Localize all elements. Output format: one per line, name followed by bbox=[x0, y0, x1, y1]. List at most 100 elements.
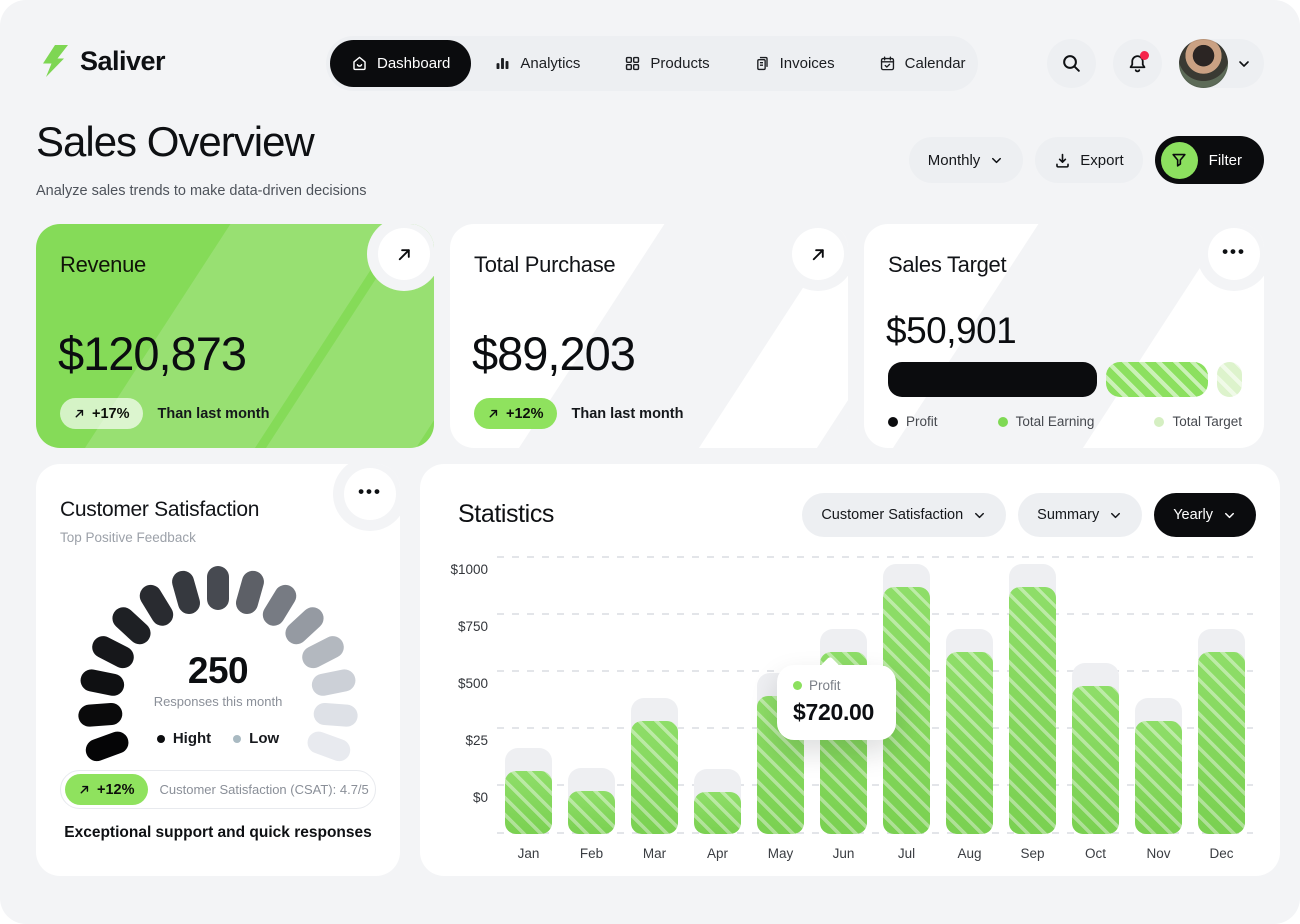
nav-item-label: Products bbox=[650, 55, 709, 72]
target-legend: Profit Total Earning Total Target bbox=[888, 414, 1242, 429]
satisfaction-more-button[interactable]: ••• bbox=[344, 468, 396, 520]
primary-nav: Dashboard Analytics Products Invoices Calend… bbox=[326, 36, 978, 91]
chevron-down-icon bbox=[1108, 508, 1123, 523]
open-purchase-button[interactable] bbox=[792, 228, 844, 280]
delta-badge: +12% bbox=[474, 398, 557, 429]
gauge-legend-hight: Hight bbox=[157, 730, 211, 747]
filter-select-yearly[interactable]: Yearly bbox=[1154, 493, 1256, 537]
filter-label: Filter bbox=[1209, 152, 1242, 169]
x-axis-label: Mar bbox=[623, 846, 686, 861]
trend-up-icon bbox=[73, 407, 86, 420]
nav-item-calendar[interactable]: Calendar bbox=[858, 40, 987, 87]
ellipsis-icon: ••• bbox=[1222, 243, 1246, 266]
statistics-card: Statistics Customer Satisfaction Summary Y… bbox=[420, 464, 1280, 876]
customer-satisfaction-card: Customer Satisfaction Top Positive Feedb… bbox=[36, 464, 400, 876]
card-title: Revenue bbox=[60, 252, 146, 278]
chart-tooltip: Profit $720.00 bbox=[777, 665, 896, 740]
notifications-button[interactable] bbox=[1113, 39, 1162, 88]
trend-up-icon bbox=[487, 407, 500, 420]
nav-item-label: Calendar bbox=[905, 55, 966, 72]
profile-menu[interactable] bbox=[1179, 39, 1264, 88]
target-segment-total-target bbox=[1217, 362, 1242, 397]
csat-text: Customer Satisfaction (CSAT): 4.7/5 bbox=[160, 782, 369, 797]
nav-item-analytics[interactable]: Analytics bbox=[473, 40, 601, 87]
nav-item-invoices[interactable]: Invoices bbox=[733, 40, 856, 87]
bar-jan[interactable] bbox=[505, 771, 552, 834]
page-subtitle: Analyze sales trends to make data-driven… bbox=[36, 183, 366, 199]
gauge-value: 250 bbox=[36, 650, 400, 692]
filter-select-customer-satisfaction[interactable]: Customer Satisfaction bbox=[802, 493, 1006, 537]
x-axis-label: May bbox=[749, 846, 812, 861]
x-axis-label: Apr bbox=[686, 846, 749, 861]
legend-item: Total Earning bbox=[998, 414, 1095, 429]
dashboard-app: Saliver Dashboard Analytics Products Invoic… bbox=[0, 0, 1300, 924]
bar-feb[interactable] bbox=[568, 791, 615, 834]
bar-aug[interactable] bbox=[946, 652, 993, 834]
statistics-filters: Customer Satisfaction Summary Yearly bbox=[802, 493, 1256, 537]
open-revenue-button[interactable] bbox=[378, 228, 430, 280]
card-title: Total Purchase bbox=[474, 252, 615, 278]
y-axis-label: $750 bbox=[432, 619, 488, 634]
target-value: $50,901 bbox=[886, 310, 1016, 352]
search-button[interactable] bbox=[1047, 39, 1096, 88]
target-more-button[interactable]: ••• bbox=[1208, 228, 1260, 280]
brand-logo: Saliver bbox=[36, 44, 165, 78]
card-title: Customer Satisfaction bbox=[60, 498, 259, 522]
satisfaction-footer: Exceptional support and quick responses bbox=[36, 824, 400, 842]
page-title: Sales Overview bbox=[36, 118, 314, 166]
arrow-up-right-icon bbox=[395, 245, 414, 264]
filter-select-summary[interactable]: Summary bbox=[1018, 493, 1142, 537]
funnel-icon bbox=[1161, 142, 1198, 179]
bar-nov[interactable] bbox=[1135, 721, 1182, 834]
bar-dec[interactable] bbox=[1198, 652, 1245, 834]
card-subtitle: Top Positive Feedback bbox=[60, 530, 196, 545]
tooltip-value: $720.00 bbox=[793, 699, 880, 726]
gauge-caption: Responses this month bbox=[36, 694, 400, 709]
statistics-title: Statistics bbox=[458, 500, 554, 529]
search-icon bbox=[1061, 53, 1082, 74]
delta-badge: +12% bbox=[65, 774, 148, 805]
x-axis-label: Sep bbox=[1001, 846, 1064, 861]
nav-item-label: Invoices bbox=[780, 55, 835, 72]
revenue-value: $120,873 bbox=[58, 326, 246, 381]
download-icon bbox=[1054, 152, 1071, 169]
x-axis-label: Nov bbox=[1127, 846, 1190, 861]
delta-badge: +17% bbox=[60, 398, 143, 429]
brand-name: Saliver bbox=[80, 46, 165, 77]
export-button[interactable]: Export bbox=[1035, 137, 1142, 183]
home-icon bbox=[351, 55, 368, 72]
bar-apr[interactable] bbox=[694, 792, 741, 834]
x-axis-label: Jun bbox=[812, 846, 875, 861]
x-axis-label: Dec bbox=[1190, 846, 1253, 861]
series-dot bbox=[793, 681, 802, 690]
filter-button[interactable]: Filter bbox=[1155, 136, 1264, 184]
bar-mar[interactable] bbox=[631, 721, 678, 834]
target-progress-bar bbox=[888, 362, 1242, 397]
tooltip-series: Profit bbox=[809, 678, 841, 693]
legend-item: Profit bbox=[888, 414, 938, 429]
export-label: Export bbox=[1080, 152, 1123, 169]
avatar bbox=[1179, 39, 1228, 88]
chevron-down-icon bbox=[1236, 56, 1252, 72]
chevron-down-icon bbox=[1222, 508, 1237, 523]
calendar-icon bbox=[879, 55, 896, 72]
x-axis-label: Jul bbox=[875, 846, 938, 861]
period-select[interactable]: Monthly bbox=[909, 137, 1024, 183]
y-axis-label: $25 bbox=[432, 733, 488, 748]
chevron-down-icon bbox=[989, 153, 1004, 168]
x-axis-label: Aug bbox=[938, 846, 1001, 861]
delta-note: Than last month bbox=[158, 406, 270, 422]
nav-item-products[interactable]: Products bbox=[603, 40, 730, 87]
nav-item-label: Dashboard bbox=[377, 55, 450, 72]
notification-dot bbox=[1140, 51, 1149, 60]
period-label: Monthly bbox=[928, 152, 981, 169]
bar-oct[interactable] bbox=[1072, 686, 1119, 834]
chevron-down-icon bbox=[972, 508, 987, 523]
bar-chart-icon bbox=[494, 55, 511, 72]
bar-sep[interactable] bbox=[1009, 587, 1056, 834]
trend-up-icon bbox=[78, 783, 91, 796]
legend-item: Total Target bbox=[1154, 414, 1242, 429]
nav-item-dashboard[interactable]: Dashboard bbox=[330, 40, 471, 87]
gauge-legend: HightLow bbox=[36, 730, 400, 747]
logo-bolt-icon bbox=[36, 44, 70, 78]
